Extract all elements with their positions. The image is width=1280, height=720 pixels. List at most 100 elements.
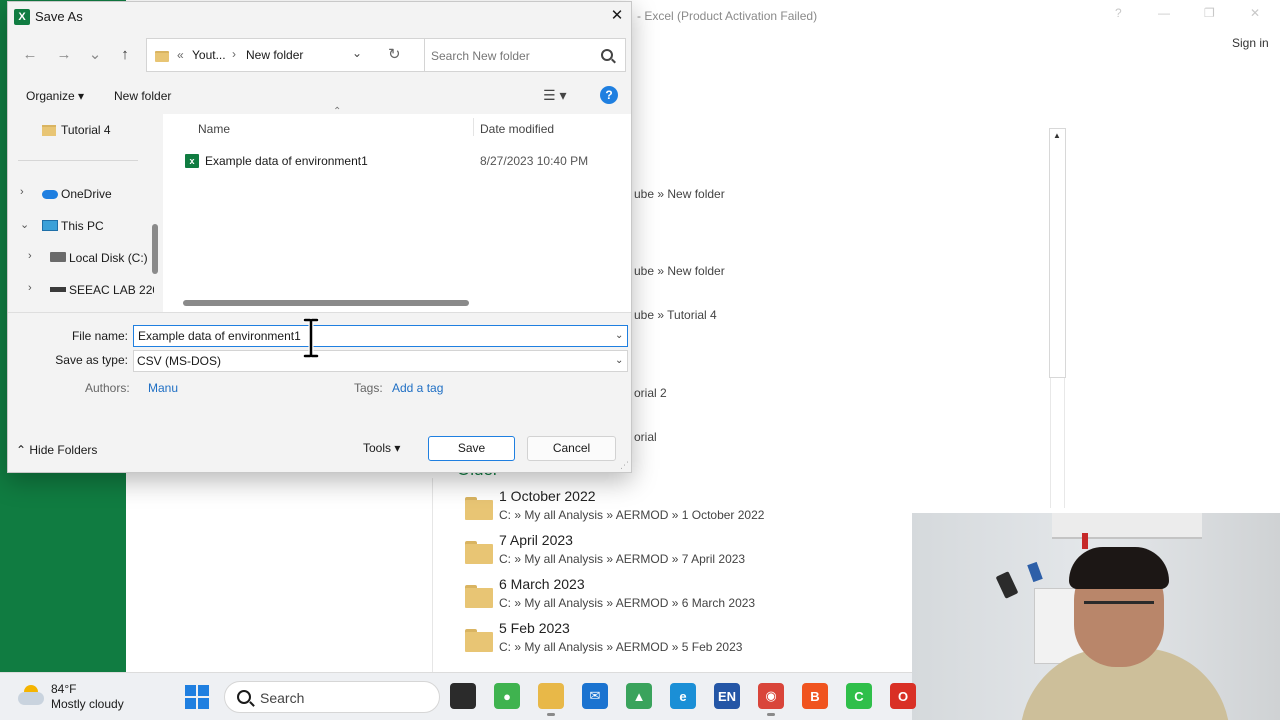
tags-label: Tags:: [354, 381, 383, 395]
recent-folder-path[interactable]: ube » Tutorial 4: [634, 308, 717, 322]
brave-icon[interactable]: B: [802, 683, 828, 709]
horizontal-scrollbar[interactable]: [183, 299, 628, 307]
new-folder-button[interactable]: New folder: [114, 89, 171, 103]
column-header-name[interactable]: Name: [198, 122, 230, 136]
file-explorer-icon-glyph: [538, 683, 564, 709]
minimize-icon[interactable]: —: [1158, 6, 1170, 20]
cloud-icon: [42, 190, 58, 199]
chrome-icon[interactable]: ◉: [758, 683, 784, 716]
nav-item-label: Local Disk (C:): [69, 251, 148, 265]
breadcrumb-new-folder[interactable]: New folder: [246, 48, 303, 62]
forward-arrow-icon[interactable]: →: [54, 46, 74, 66]
excel-app-icon: X: [14, 9, 30, 25]
chevron-right-icon[interactable]: ›: [20, 186, 24, 198]
horizontal-scrollbar-thumb[interactable]: [183, 300, 469, 306]
nav-item-tutorial-4[interactable]: Tutorial 4: [42, 120, 152, 142]
close-icon[interactable]: ✕: [1250, 6, 1260, 20]
nav-item-this-pc[interactable]: ⌄ This PC: [20, 216, 150, 238]
recent-folder-name: 5 Feb 2023: [499, 620, 570, 636]
wechat-icon-glyph: ●: [503, 688, 511, 704]
recent-folder-item[interactable]: 7 April 2023 C: » My all Analysis » AERM…: [462, 532, 902, 572]
column-header-date-modified[interactable]: Date modified: [480, 122, 554, 136]
search-placeholder: Search New folder: [431, 49, 530, 63]
authors-label: Authors:: [85, 381, 130, 395]
nav-pane-scrollbar[interactable]: [152, 224, 158, 274]
nav-item-local-disk[interactable]: › Local Disk (C:): [28, 248, 154, 270]
webcam-person-glasses: [1084, 601, 1154, 615]
tags-field[interactable]: Add a tag: [392, 381, 443, 395]
excel-scrollbar[interactable]: ▲: [1049, 128, 1066, 378]
chevron-down-icon[interactable]: ⌄: [615, 330, 623, 341]
authors-field[interactable]: Manu: [148, 381, 178, 395]
resize-grip-icon[interactable]: ⋰: [620, 460, 629, 471]
up-arrow-icon[interactable]: ↑: [115, 46, 135, 66]
windows-start-icon[interactable]: [185, 685, 209, 709]
task-view-icon[interactable]: [450, 683, 476, 709]
view-options-icon[interactable]: ☰ ▾: [543, 87, 566, 104]
nav-item-seeac-lab[interactable]: › SEEAC LAB 220: [28, 280, 154, 302]
webcam-person-hair: [1069, 547, 1169, 589]
chevron-right-icon[interactable]: ›: [28, 282, 32, 294]
breadcrumb-separator-icon[interactable]: ›: [232, 47, 236, 61]
chevron-right-icon[interactable]: ›: [28, 250, 32, 262]
file-name-input[interactable]: [133, 325, 628, 347]
chevron-down-icon[interactable]: ⌄: [352, 46, 362, 60]
save-as-dialog: X Save As ✕ ← → ⌄ ↑ « Yout... › New fold…: [7, 1, 632, 473]
green-app-icon[interactable]: C: [846, 683, 872, 709]
sign-in-link[interactable]: Sign in: [1232, 36, 1269, 50]
recent-folder-path[interactable]: ube » New folder: [634, 264, 725, 278]
drive-icon: [50, 252, 66, 262]
breadcrumb-overflow[interactable]: «: [177, 48, 184, 62]
nav-item-label: SEEAC LAB 220: [69, 283, 154, 297]
restore-icon[interactable]: ❐: [1204, 6, 1215, 20]
organize-button[interactable]: Organize ▾: [26, 89, 84, 103]
chevron-down-icon[interactable]: ⌄: [615, 355, 623, 366]
webcam-air-conditioner: [1052, 513, 1202, 539]
edge-icon[interactable]: e: [670, 683, 696, 709]
red-app-icon[interactable]: O: [890, 683, 916, 709]
recent-folder-path: C: » My all Analysis » AERMOD » 7 April …: [499, 552, 746, 566]
taskbar-search-box[interactable]: Search: [224, 681, 440, 713]
save-as-type-select[interactable]: CSV (MS-DOS): [133, 350, 628, 372]
cancel-button[interactable]: Cancel: [527, 436, 616, 461]
recent-folder-path[interactable]: orial: [634, 430, 657, 444]
search-input[interactable]: Search New folder: [424, 38, 626, 72]
dialog-titlebar[interactable]: X Save As ✕: [8, 2, 631, 32]
recent-folder-path[interactable]: ube » New folder: [634, 187, 725, 201]
webcam-overlay: [912, 513, 1280, 720]
tools-button[interactable]: Tools ▾: [363, 441, 400, 455]
file-date-modified: 8/27/2023 10:40 PM: [480, 154, 589, 168]
mail-icon[interactable]: ✉: [582, 683, 608, 709]
dialog-divider: [8, 312, 631, 313]
wechat-icon[interactable]: ●: [494, 683, 520, 709]
weather-icon[interactable]: [18, 683, 44, 707]
address-bar[interactable]: « Yout... › New folder ⌄ ↻: [146, 38, 430, 72]
drive-icon: [50, 287, 66, 292]
file-explorer-icon[interactable]: [538, 683, 564, 716]
photos-icon[interactable]: ▲: [626, 683, 652, 709]
recent-folder-path[interactable]: orial 2: [634, 386, 667, 400]
chevron-down-icon[interactable]: ⌄: [20, 218, 29, 231]
running-indicator: [767, 713, 775, 716]
breadcrumb-youtube[interactable]: Yout...: [192, 48, 226, 62]
hide-folders-button[interactable]: ⌃ Hide Folders: [16, 443, 97, 457]
recent-locations-chevron-icon[interactable]: ⌄: [85, 46, 105, 66]
recent-folder-item[interactable]: 1 October 2022 C: » My all Analysis » AE…: [462, 488, 902, 528]
close-icon[interactable]: ✕: [606, 7, 628, 27]
weather-description[interactable]: Mostly cloudy: [51, 697, 124, 711]
file-row[interactable]: x Example data of environment1 8/27/2023…: [185, 152, 625, 172]
recent-folder-item[interactable]: 5 Feb 2023 C: » My all Analysis » AERMOD…: [462, 620, 902, 660]
nav-item-onedrive[interactable]: › OneDrive: [20, 184, 150, 206]
refresh-icon[interactable]: ↻: [388, 45, 401, 63]
weather-temperature[interactable]: 84°F: [51, 682, 76, 696]
save-button[interactable]: Save: [428, 436, 515, 461]
back-arrow-icon[interactable]: ←: [20, 46, 40, 66]
en-keyboard-icon[interactable]: EN: [714, 683, 740, 709]
folder-icon: [465, 629, 493, 653]
help-icon[interactable]: ?: [600, 86, 618, 104]
recent-folder-item[interactable]: 6 March 2023 C: » My all Analysis » AERM…: [462, 576, 902, 616]
scroll-up-arrow-icon[interactable]: ▲: [1053, 131, 1061, 140]
column-divider[interactable]: [473, 118, 474, 136]
file-list: ⌃ Name Date modified x Example data of e…: [163, 106, 631, 312]
help-icon[interactable]: ?: [1115, 6, 1122, 20]
